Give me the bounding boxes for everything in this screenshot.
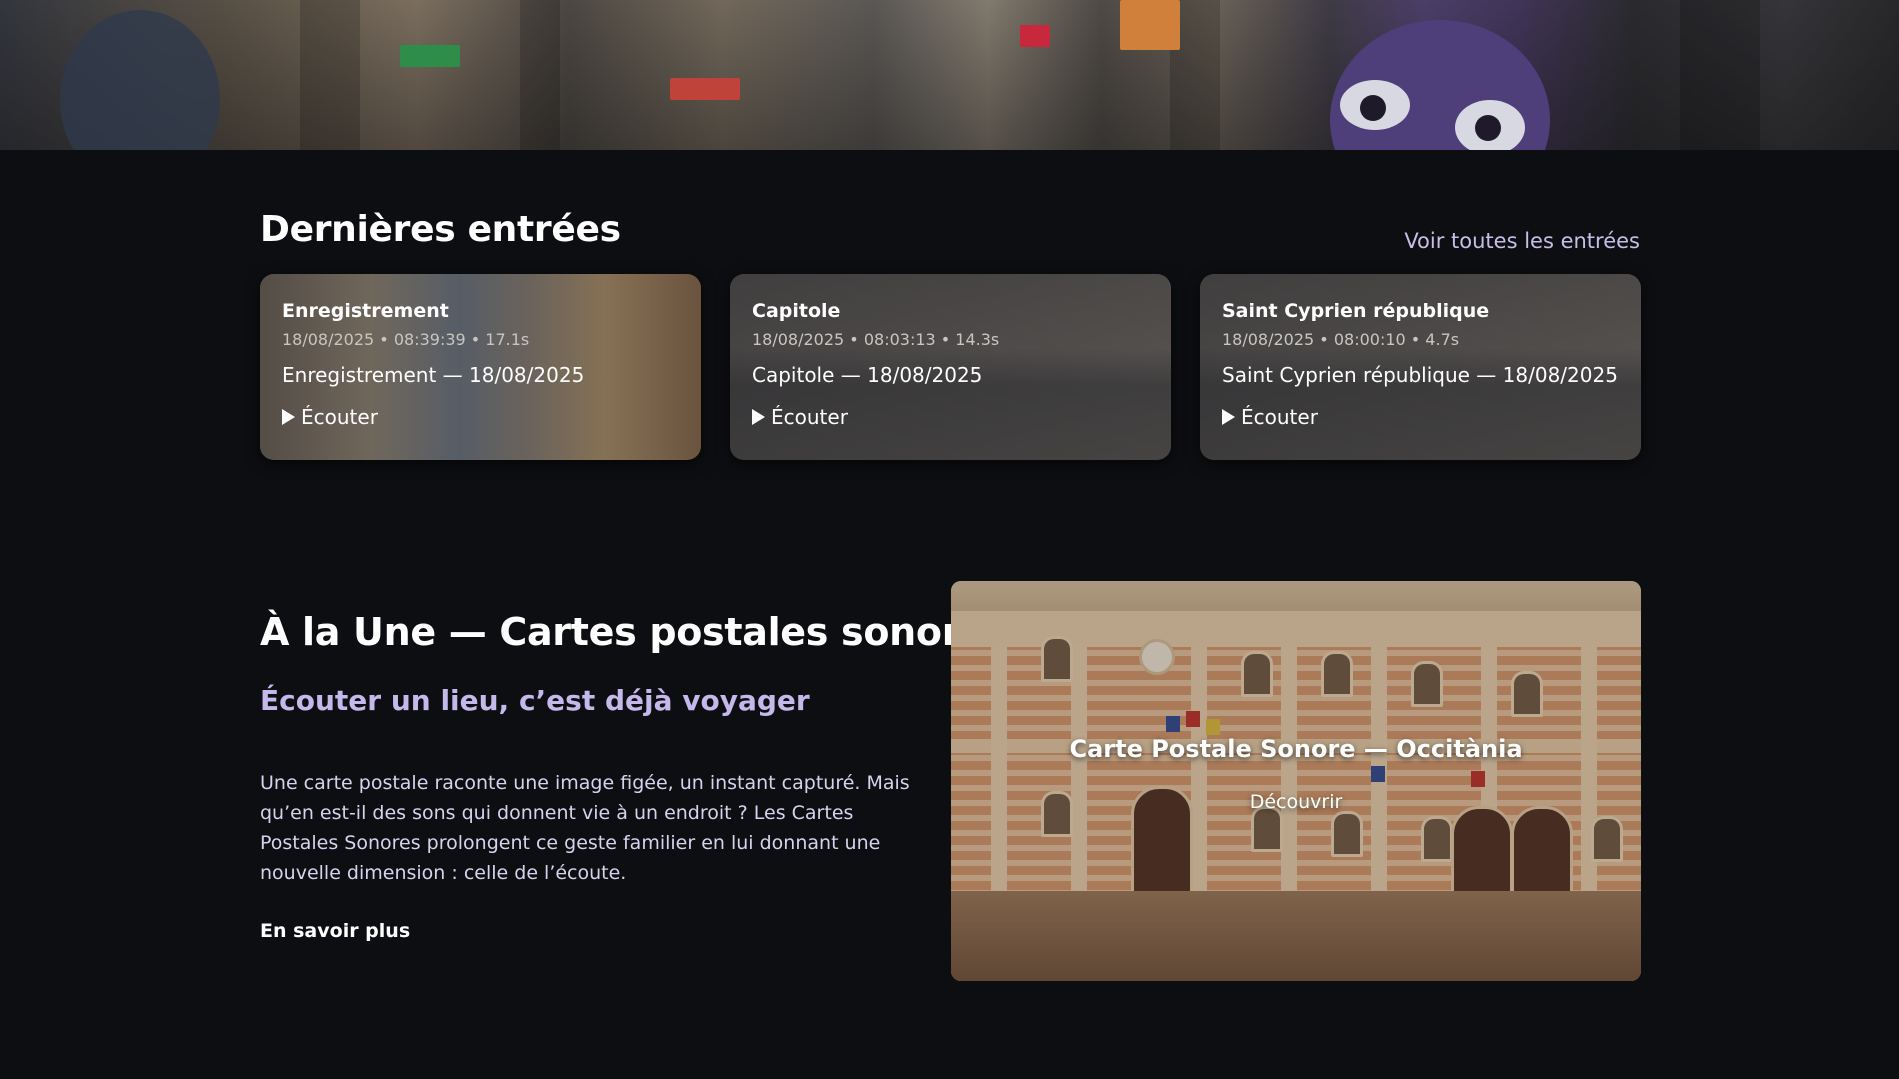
listen-button[interactable]: Écouter: [282, 405, 689, 429]
entry-card-subtitle: Capitole — 18/08/2025: [752, 363, 983, 387]
entry-card-subtitle: Saint Cyprien république — 18/08/2025: [1222, 363, 1618, 387]
entry-card[interactable]: Enregistrement 18/08/2025 • 08:39:39 • 1…: [260, 274, 701, 460]
latest-entries-list: Enregistrement 18/08/2025 • 08:39:39 • 1…: [260, 274, 1641, 460]
listen-button-label: Écouter: [771, 405, 848, 429]
featured-description: Une carte postale raconte une image figé…: [260, 772, 910, 884]
play-icon: [752, 409, 765, 425]
entry-card-meta: 18/08/2025 • 08:39:39 • 17.1s: [282, 330, 530, 349]
postcard-title: Carte Postale Sonore — Occitània: [1069, 735, 1523, 763]
entry-card-title: Capitole: [752, 300, 841, 322]
listen-button[interactable]: Écouter: [1222, 405, 1629, 429]
listen-button-label: Écouter: [301, 405, 378, 429]
hero-banner-image: [0, 0, 1899, 150]
entry-card-meta: 18/08/2025 • 08:03:13 • 14.3s: [752, 330, 1000, 349]
entry-card-subtitle: Enregistrement — 18/08/2025: [282, 363, 585, 387]
play-icon: [1222, 409, 1235, 425]
entry-card[interactable]: Saint Cyprien république 18/08/2025 • 08…: [1200, 274, 1641, 460]
entry-card[interactable]: Capitole 18/08/2025 • 08:03:13 • 14.3s C…: [730, 274, 1171, 460]
play-icon: [282, 409, 295, 425]
entry-card-title: Saint Cyprien république: [1222, 300, 1490, 322]
listen-button-label: Écouter: [1241, 405, 1318, 429]
featured-subtitle: Écouter un lieu, c’est déjà voyager: [260, 684, 810, 717]
learn-more-link[interactable]: En savoir plus: [260, 920, 410, 942]
entry-card-meta: 18/08/2025 • 08:00:10 • 4.7s: [1222, 330, 1460, 349]
featured-postcard[interactable]: Carte Postale Sonore — Occitània Découvr…: [951, 581, 1641, 981]
latest-entries-title: Dernières entrées: [260, 209, 621, 250]
listen-button[interactable]: Écouter: [752, 405, 1159, 429]
featured-title: À la Une — Cartes postales sonores: [260, 610, 1008, 654]
discover-link[interactable]: Découvrir: [951, 791, 1641, 813]
see-all-entries-link[interactable]: Voir toutes les entrées: [1404, 229, 1640, 253]
entry-card-title: Enregistrement: [282, 300, 449, 322]
